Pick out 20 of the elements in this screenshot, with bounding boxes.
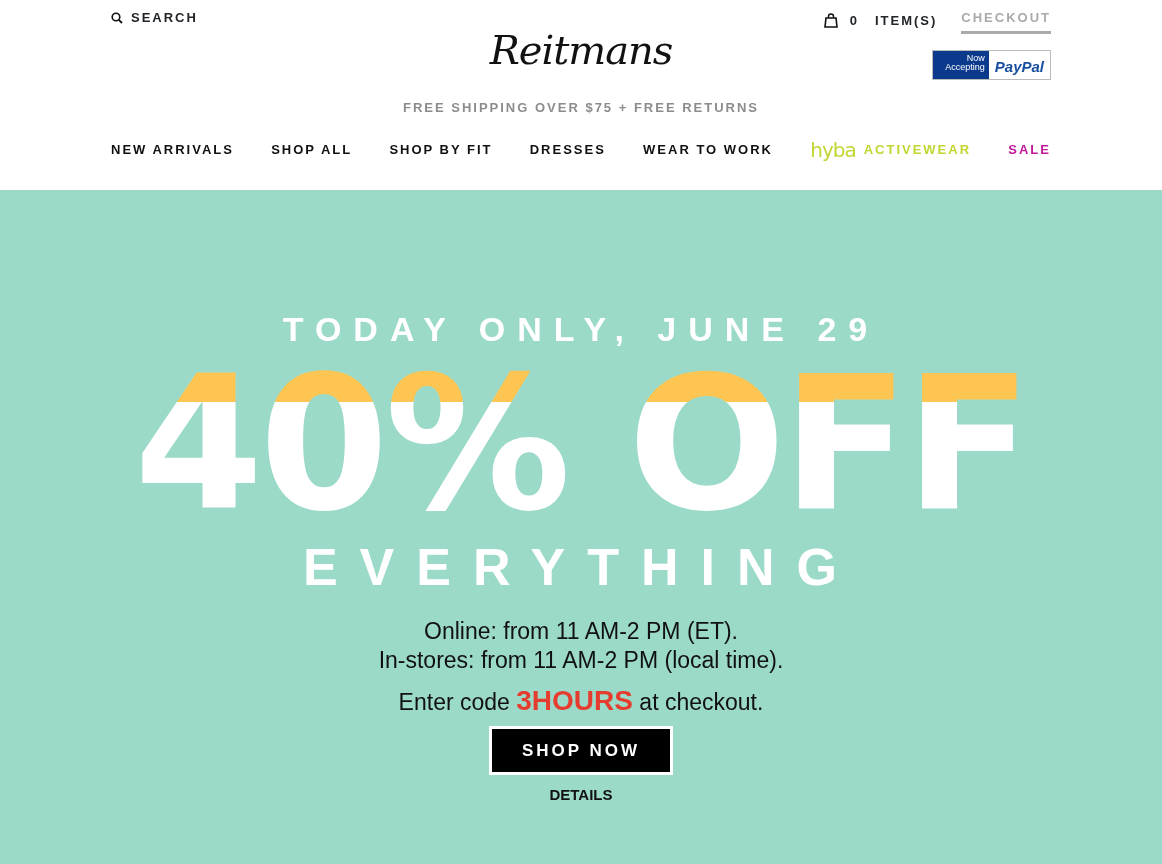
hours-text: Online: from 11 AM-2 PM (ET).: [423, 617, 739, 647]
nav-link[interactable]: DRESSES: [529, 139, 606, 160]
cart-link[interactable]: 0 ITEM(S): [823, 11, 938, 31]
promo-code-text: Enter code 3HOURS at checkout.: [397, 683, 765, 718]
search-link[interactable]: SEARCH: [111, 8, 198, 28]
shipping-text: FREE SHIPPING OVER $75 + FREE RETURNS: [402, 99, 760, 115]
search-icon: [111, 11, 123, 24]
hours-text: In-stores: from 11 AM-2 PM (local time).: [377, 646, 785, 675]
nav-link[interactable]: SALE: [1008, 139, 1051, 160]
logo[interactable]: Reitmans: [489, 29, 673, 70]
nav-link[interactable]: SHOP BY FIT: [389, 139, 493, 160]
subheading: EVERYTHING: [301, 541, 861, 594]
nav-link[interactable]: NEW ARRIVALS: [111, 139, 234, 160]
date-heading: TODAY ONLY, JUNE 29: [281, 312, 881, 346]
paypal-badge[interactable]: Now Accepting PayPal: [931, 49, 1051, 80]
nav-link[interactable]: WEAR TO WORK: [643, 139, 773, 160]
shopping-bag-icon: [823, 13, 838, 29]
nav-link[interactable]: SHOP ALL: [271, 139, 353, 160]
shop-now-button[interactable]: SHOP NOW: [488, 725, 674, 776]
details-link[interactable]: DETAILS: [549, 786, 613, 804]
